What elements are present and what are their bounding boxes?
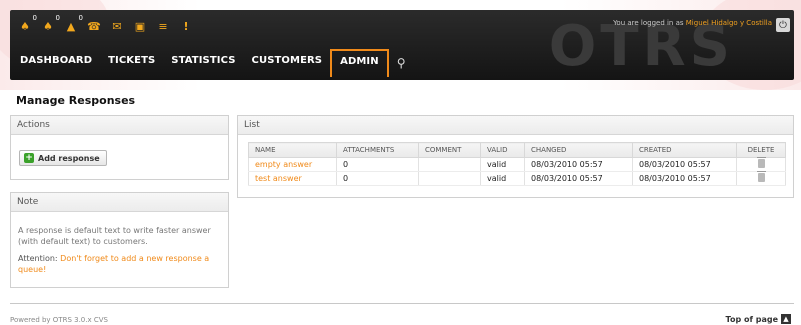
- queue-view-icon[interactable]: ≡: [156, 19, 170, 33]
- column-delete: DELETE: [736, 142, 786, 158]
- table-header-row: NAME ATTACHMENTS COMMENT VALID CHANGED C…: [248, 142, 786, 158]
- delete-cell: [736, 171, 786, 186]
- toolbar: ♠ 0 ♠ 0 ▲ 0 ☎ ✉ ▣ ≡ !: [18, 14, 193, 36]
- column-created[interactable]: CREATED: [632, 142, 737, 158]
- login-info: You are logged in as Miguel Hidalgo y Co…: [613, 19, 772, 27]
- search-icon[interactable]: ⚲: [389, 48, 416, 78]
- nav-statistics[interactable]: STATISTICS: [163, 48, 243, 78]
- trash-icon[interactable]: [756, 171, 766, 182]
- escalation-warning-icon[interactable]: !: [179, 19, 193, 33]
- actions-box: Actions + Add response: [10, 115, 229, 180]
- note-text: A response is default text to write fast…: [18, 226, 211, 246]
- table-row: test answer 0 valid 08/03/2010 05:57 08/…: [248, 171, 786, 186]
- column-name[interactable]: NAME: [248, 142, 337, 158]
- nav-admin[interactable]: ADMIN: [330, 49, 389, 77]
- page-title: Manage Responses: [16, 94, 136, 107]
- column-attachments[interactable]: ATTACHMENTS: [336, 142, 419, 158]
- comment-cell: [418, 157, 481, 172]
- user-name-link[interactable]: Miguel Hidalgo y Costilla: [686, 19, 772, 27]
- actions-header: Actions: [11, 116, 228, 135]
- nav-customers[interactable]: CUSTOMERS: [244, 48, 331, 78]
- note-attention: Attention: Don't forget to add a new res…: [18, 253, 226, 275]
- created-cell: 08/03/2010 05:57: [632, 171, 737, 186]
- main-nav: DASHBOARD TICKETS STATISTICS CUSTOMERS A…: [12, 48, 416, 78]
- list-box: List NAME ATTACHMENTS COMMENT VALID CHAN…: [237, 115, 794, 198]
- open-ticket-icon[interactable]: ▣: [133, 19, 147, 33]
- attention-label: Attention:: [18, 254, 58, 263]
- attachments-cell: 0: [336, 171, 419, 186]
- column-comment[interactable]: COMMENT: [418, 142, 481, 158]
- add-response-button[interactable]: + Add response: [19, 150, 107, 166]
- delete-cell: [736, 157, 786, 172]
- responses-table: NAME ATTACHMENTS COMMENT VALID CHANGED C…: [248, 142, 786, 186]
- app-header: OTRS ♠ 0 ♠ 0 ▲ 0 ☎ ✉ ▣ ≡ ! You are logged i…: [10, 10, 794, 80]
- top-of-page-label: Top of page: [725, 314, 778, 324]
- footer-divider: [10, 303, 794, 304]
- logout-button[interactable]: ⏻: [776, 18, 790, 32]
- column-valid[interactable]: VALID: [480, 142, 525, 158]
- login-prefix: You are logged in as: [613, 19, 684, 27]
- trash-icon[interactable]: [756, 157, 766, 168]
- responsible-tickets-count: 0: [78, 14, 83, 22]
- watched-tickets-icon[interactable]: ♠ 0: [41, 14, 60, 33]
- created-cell: 08/03/2010 05:57: [632, 157, 737, 172]
- changed-cell: 08/03/2010 05:57: [524, 157, 633, 172]
- add-response-label: Add response: [38, 153, 100, 163]
- locked-tickets-icon[interactable]: ♠ 0: [18, 14, 37, 33]
- valid-cell: valid: [480, 157, 525, 172]
- nav-tickets[interactable]: TICKETS: [100, 48, 163, 78]
- email-ticket-icon[interactable]: ✉: [110, 19, 124, 33]
- nav-dashboard[interactable]: DASHBOARD: [12, 48, 100, 78]
- column-changed[interactable]: CHANGED: [524, 142, 633, 158]
- top-of-page-link[interactable]: Top of page ▲: [726, 314, 791, 324]
- changed-cell: 08/03/2010 05:57: [524, 171, 633, 186]
- response-name-link[interactable]: test answer: [248, 171, 337, 186]
- powered-by: Powered by OTRS 3.0.x CVS: [10, 316, 108, 324]
- responsible-tickets-icon[interactable]: ▲ 0: [64, 14, 83, 33]
- valid-cell: valid: [480, 171, 525, 186]
- watched-tickets-count: 0: [55, 14, 60, 22]
- note-box: Note A response is default text to write…: [10, 192, 229, 288]
- plus-icon: +: [24, 152, 34, 163]
- table-row: empty answer 0 valid 08/03/2010 05:57 08…: [248, 157, 786, 172]
- response-name-link[interactable]: empty answer: [248, 157, 337, 172]
- arrow-up-icon: ▲: [781, 314, 791, 324]
- list-header: List: [238, 116, 793, 135]
- note-header: Note: [11, 193, 228, 212]
- comment-cell: [418, 171, 481, 186]
- phone-ticket-icon[interactable]: ☎: [87, 19, 101, 33]
- locked-tickets-count: 0: [32, 14, 37, 22]
- attachments-cell: 0: [336, 157, 419, 172]
- power-icon: ⏻: [779, 19, 787, 31]
